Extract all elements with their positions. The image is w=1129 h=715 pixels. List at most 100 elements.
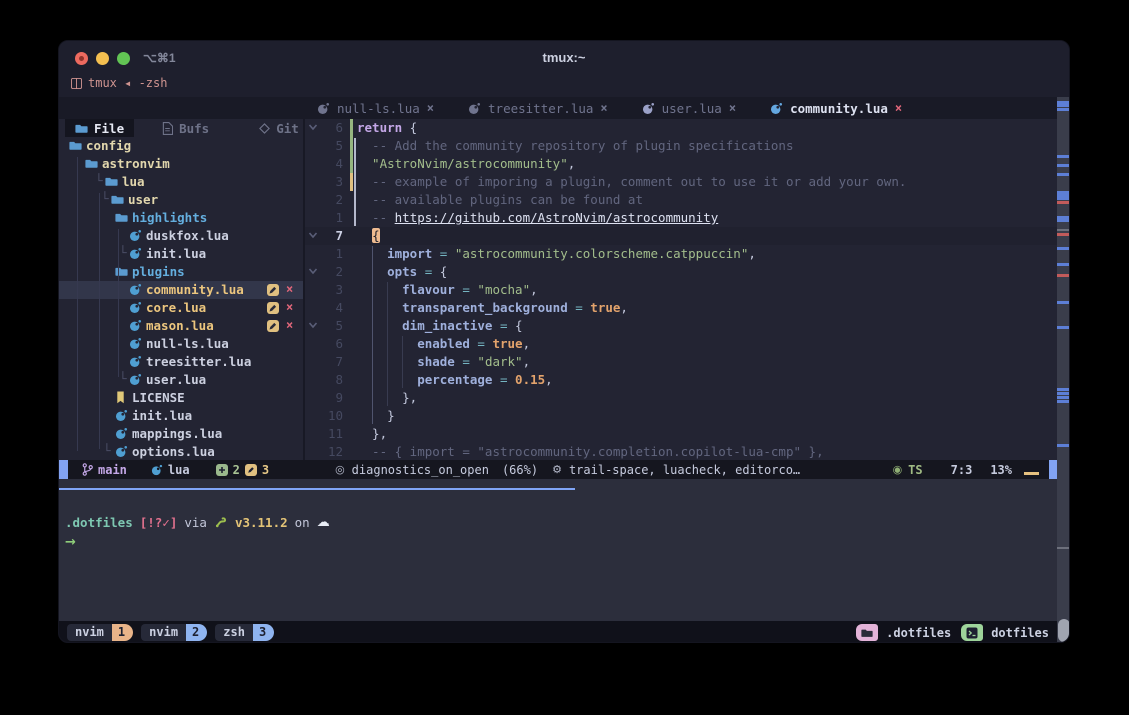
git-sign	[350, 281, 353, 299]
code-line[interactable]: 2 -- available plugins can be found at	[305, 191, 1057, 209]
code-line[interactable]: 7 shade = "dark",	[305, 353, 1057, 371]
line-number: 12	[313, 444, 343, 459]
tree-item[interactable]: └ lua	[59, 173, 303, 191]
code-line[interactable]: 5 -- Add the community repository of plu…	[305, 137, 1057, 155]
scrollbar-change-mark	[1057, 263, 1070, 266]
close-icon[interactable]: ×	[600, 101, 607, 115]
code-text: -- { import = "astrocommunity.completion…	[357, 444, 824, 459]
active-tools[interactable]: ⚙ trail-space, luacheck, editorco…	[552, 463, 800, 477]
scrollbar-change-mark	[1057, 396, 1070, 399]
lsp-status[interactable]: ◎ diagnostics_on_open (66%)	[335, 463, 538, 477]
tree-item[interactable]: treesitter.lua	[59, 353, 303, 371]
code-line[interactable]: 4 "AstroNvim/astrocommunity",	[305, 155, 1057, 173]
neotree-tab-file[interactable]: File	[65, 119, 134, 137]
code-text: enabled = true,	[357, 336, 530, 351]
scrollbar-track[interactable]	[1057, 97, 1070, 643]
tree-item[interactable]: null-ls.lua	[59, 335, 303, 353]
scrollbar-change-mark	[1057, 219, 1070, 222]
close-icon[interactable]: ×	[895, 101, 902, 115]
code-line[interactable]: 1 -- https://github.com/AstroNvim/astroc…	[305, 209, 1057, 227]
close-icon[interactable]: ×	[286, 300, 293, 314]
code-line[interactable]: 6 enabled = true,	[305, 335, 1057, 353]
code-line[interactable]: 10 }	[305, 407, 1057, 425]
close-icon[interactable]: ×	[286, 282, 293, 296]
tree-item[interactable]: duskfox.lua	[59, 227, 303, 245]
code-line[interactable]: 4 transparent_background = true,	[305, 299, 1057, 317]
code-line[interactable]: 7 {	[305, 227, 1057, 245]
git-sign	[350, 155, 353, 173]
lua-icon	[129, 301, 142, 314]
lua-icon	[129, 355, 142, 368]
tree-item[interactable]: core.lua ×	[59, 299, 303, 317]
mode-indicator-right	[1049, 460, 1057, 479]
code-line[interactable]: 6 return {	[305, 119, 1057, 137]
tmux-status-segment: .dotfiles	[856, 624, 951, 641]
code-line[interactable]: 5 dim_inactive = {	[305, 317, 1057, 335]
code-text: -- available plugins can be found at	[357, 192, 643, 207]
tree-item[interactable]: └ user	[59, 191, 303, 209]
close-icon[interactable]: ×	[427, 101, 434, 115]
lua-icon	[129, 337, 142, 350]
line-number: 1	[313, 246, 343, 261]
neotree-tab-git[interactable]: Git	[249, 119, 303, 137]
tree-item[interactable]: highlights	[59, 209, 303, 227]
git-sign	[350, 389, 353, 407]
line-number: 2	[313, 192, 343, 207]
code-line[interactable]: 1 import = "astrocommunity.colorscheme.c…	[305, 245, 1057, 263]
code-line[interactable]: 8 percentage = 0.15,	[305, 371, 1057, 389]
tree-item[interactable]: mappings.lua	[59, 425, 303, 443]
lsp-loading-icon: ◎	[335, 463, 345, 476]
treesitter-status[interactable]: ◉ TS	[893, 463, 923, 477]
scrollbar-change-mark	[1057, 400, 1070, 403]
modified-icon	[267, 284, 279, 296]
code-line[interactable]: 2 opts = {	[305, 263, 1057, 281]
editor-buffer[interactable]: 6 return { 5 -- Add the community reposi…	[305, 119, 1057, 461]
tree-item[interactable]: └ user.lua	[59, 371, 303, 389]
git-branch[interactable]: main	[82, 463, 127, 477]
code-line[interactable]: 3 -- example of imporing a plugin, comme…	[305, 173, 1057, 191]
git-sign	[350, 245, 353, 263]
code-line[interactable]: 12 -- { import = "astrocommunity.complet…	[305, 443, 1057, 461]
git-diff-summary[interactable]: 2 3	[216, 463, 269, 477]
terminal-icon	[961, 624, 983, 641]
line-number: 11	[313, 426, 343, 441]
tree-item[interactable]: └ options.lua	[59, 443, 303, 461]
tmux-window-tab[interactable]: nvim 1	[67, 624, 133, 641]
neotree-tab-bufs[interactable]: Bufs	[152, 119, 219, 137]
code-line[interactable]: 3 flavour = "mocha",	[305, 281, 1057, 299]
tree-item[interactable]: community.lua ×	[59, 281, 303, 299]
tree-item[interactable]: init.lua	[59, 407, 303, 425]
line-number: 4	[313, 300, 343, 315]
close-icon[interactable]: ×	[286, 318, 293, 332]
tree-item[interactable]: mason.lua ×	[59, 317, 303, 335]
scrollbar-thumb[interactable]	[1058, 619, 1070, 642]
folder-icon	[111, 193, 124, 206]
python-version: v3.11.2	[235, 515, 288, 530]
tmux-right-status: .dotfiles dotfiles	[856, 624, 1049, 641]
line-number: 2	[313, 264, 343, 279]
close-icon[interactable]: ×	[729, 101, 736, 115]
tmux-pane-border[interactable]	[59, 488, 575, 490]
buffer-tab[interactable]: treesitter.lua ×	[468, 101, 608, 116]
code-text: percentage = 0.15,	[357, 372, 553, 387]
code-line[interactable]: 9 },	[305, 389, 1057, 407]
buffer-tab[interactable]: community.lua ×	[770, 101, 902, 116]
tree-item[interactable]: config	[59, 137, 303, 155]
code-text: },	[357, 390, 417, 405]
tree-item[interactable]: astronvim	[59, 155, 303, 173]
tree-item[interactable]: plugins	[59, 263, 303, 281]
tree-item[interactable]: LICENSE	[59, 389, 303, 407]
tmux-window-tab[interactable]: zsh 3	[215, 624, 274, 641]
tree-guide	[118, 229, 119, 377]
zsh-pane[interactable]: .dotfiles [!?✓] via v3.11.2 on ☁ →	[59, 479, 1057, 621]
buffer-tab[interactable]: user.lua ×	[642, 101, 736, 116]
code-line[interactable]: 11 },	[305, 425, 1057, 443]
line-number: 8	[313, 372, 343, 387]
buffer-tab[interactable]: null-ls.lua ×	[317, 101, 434, 116]
tree-item[interactable]: └ init.lua	[59, 245, 303, 263]
filetype[interactable]: lua	[151, 463, 190, 477]
modified-icon	[267, 302, 279, 314]
line-number: 7	[313, 228, 343, 243]
tmux-window-tab[interactable]: nvim 2	[141, 624, 207, 641]
git-sign	[350, 137, 353, 155]
